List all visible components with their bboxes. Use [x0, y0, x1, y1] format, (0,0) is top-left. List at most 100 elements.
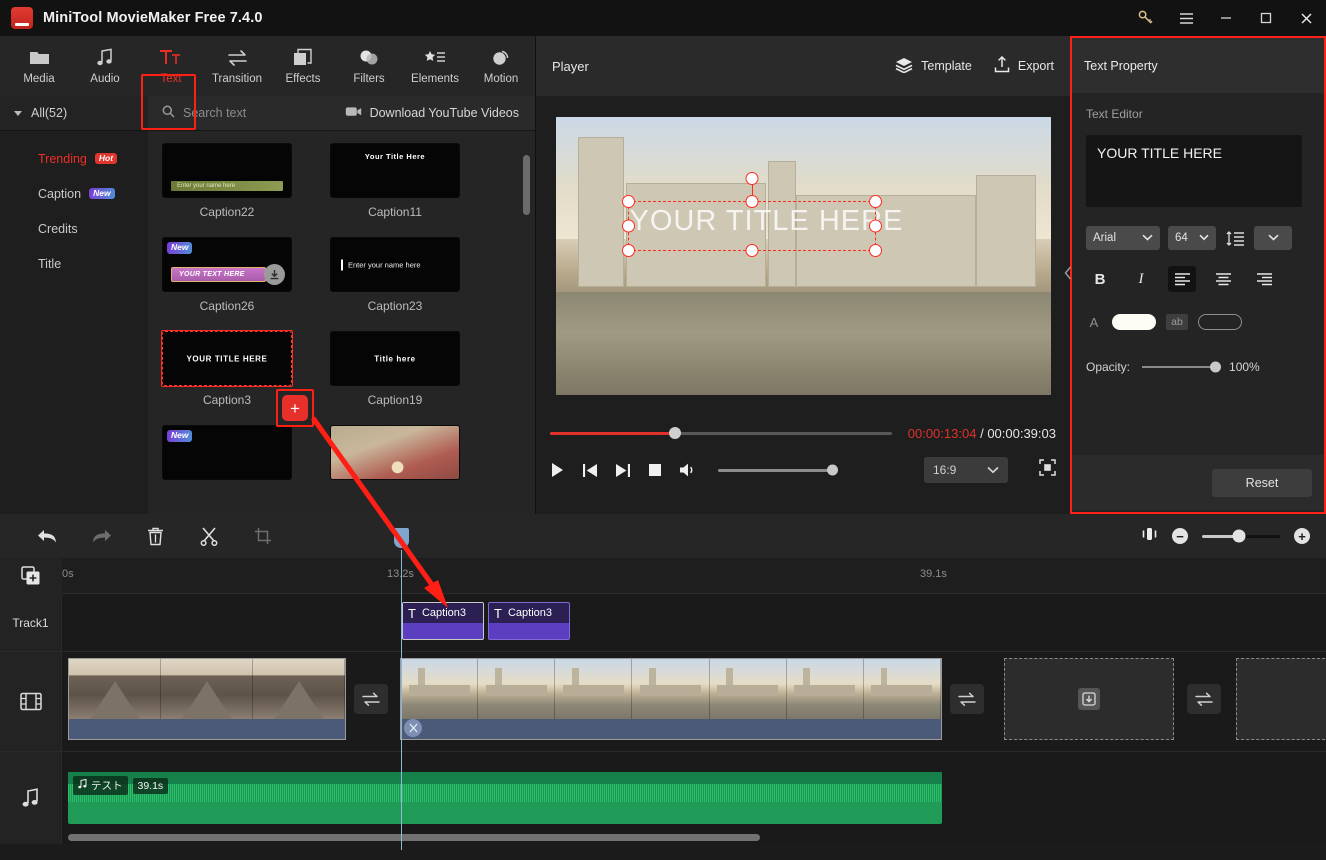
align-center-icon[interactable] — [1209, 266, 1237, 292]
rotate-handle[interactable] — [745, 172, 758, 185]
add-track-icon[interactable] — [0, 558, 62, 594]
category-trending[interactable]: Trending Hot — [0, 141, 148, 176]
text-track-lane[interactable]: T Caption3 T Caption3 — [62, 594, 1326, 651]
zoom-out-button[interactable]: − — [1172, 528, 1188, 544]
play-icon[interactable] — [550, 462, 565, 478]
key-icon[interactable] — [1126, 0, 1166, 36]
resize-handle-mr[interactable] — [868, 219, 882, 233]
line-spacing-icon[interactable] — [1224, 230, 1246, 247]
media-dropzone[interactable] — [1004, 658, 1174, 740]
redo-arrow-icon[interactable] — [74, 514, 128, 558]
resize-handle-tr[interactable] — [868, 195, 882, 208]
fullscreen-icon[interactable] — [1039, 459, 1056, 481]
previous-frame-icon[interactable] — [582, 463, 598, 478]
search-input[interactable]: Search text — [148, 96, 345, 130]
resize-handle-ml[interactable] — [621, 219, 635, 233]
resize-handle-tc[interactable] — [745, 195, 758, 208]
close-icon[interactable] — [1286, 0, 1326, 36]
category-credits[interactable]: Credits — [0, 211, 148, 246]
tab-motion[interactable]: Motion — [468, 37, 534, 95]
template-item-caption3[interactable]: YOUR TITLE HERE + Caption3 — [161, 330, 314, 427]
scissors-icon[interactable] — [182, 514, 236, 558]
video-track-lane[interactable] — [62, 652, 1326, 751]
audio-clip[interactable]: テスト 39.1s — [68, 772, 942, 824]
font-size-dropdown[interactable]: 64 — [1168, 226, 1216, 250]
resize-handle-br[interactable] — [868, 244, 882, 257]
italic-button[interactable]: I — [1127, 266, 1155, 292]
playhead-handle[interactable] — [394, 528, 409, 548]
all-filter-dropdown[interactable]: All(52) — [0, 96, 148, 130]
align-right-icon[interactable] — [1250, 266, 1278, 292]
tab-effects[interactable]: Effects — [270, 37, 336, 95]
outline-color-swatch[interactable] — [1198, 314, 1242, 330]
minimize-icon[interactable] — [1206, 0, 1246, 36]
download-icon[interactable] — [264, 264, 285, 285]
reset-button[interactable]: Reset — [1212, 468, 1312, 497]
opacity-handle[interactable] — [1210, 361, 1222, 373]
volume-handle[interactable] — [827, 464, 838, 476]
tab-transition[interactable]: Transition — [204, 37, 270, 95]
template-item[interactable]: Enter your name here Caption23 — [330, 237, 460, 313]
next-frame-icon[interactable] — [615, 463, 631, 478]
media-dropzone[interactable] — [1236, 658, 1326, 740]
hamburger-icon[interactable] — [1166, 0, 1206, 36]
download-youtube-button[interactable]: Download YouTube Videos — [344, 96, 535, 130]
crop-icon[interactable] — [236, 514, 290, 558]
text-clip[interactable]: T Caption3 — [402, 602, 484, 640]
panel-collapse-arrow-icon[interactable] — [1063, 260, 1072, 286]
opacity-slider[interactable] — [1142, 361, 1222, 373]
font-family-dropdown[interactable]: Arial — [1086, 226, 1160, 250]
fit-timeline-icon[interactable] — [1141, 526, 1158, 547]
template-item[interactable]: New — [162, 425, 292, 480]
text-editor-input[interactable]: YOUR TITLE HERE — [1086, 135, 1302, 207]
zoom-handle[interactable] — [1232, 529, 1246, 543]
template-label: Caption3 — [202, 393, 252, 407]
playhead[interactable] — [394, 528, 409, 850]
category-caption[interactable]: Caption New — [0, 176, 148, 211]
aspect-ratio-dropdown[interactable]: 16:9 — [924, 457, 1008, 483]
more-options-dropdown[interactable] — [1254, 226, 1292, 250]
stop-icon[interactable] — [648, 463, 662, 477]
bold-button[interactable]: B — [1086, 266, 1114, 292]
template-button[interactable]: Template — [895, 57, 972, 76]
volume-slider[interactable] — [718, 464, 838, 476]
category-title[interactable]: Title — [0, 246, 148, 281]
transition-swap-icon[interactable] — [1187, 684, 1221, 714]
tab-elements[interactable]: Elements — [402, 37, 468, 95]
resize-handle-bl[interactable] — [621, 244, 635, 257]
template-item[interactable] — [330, 425, 460, 480]
tab-filters[interactable]: Filters — [336, 37, 402, 95]
audio-track-lane[interactable]: テスト 39.1s — [62, 752, 1326, 844]
volume-icon[interactable] — [679, 462, 697, 478]
zoom-in-button[interactable]: + — [1294, 528, 1310, 544]
split-marker-icon[interactable] — [404, 719, 422, 737]
resize-handle-tl[interactable] — [621, 195, 635, 208]
export-button[interactable]: Export — [994, 55, 1054, 76]
trash-icon[interactable] — [128, 514, 182, 558]
seek-handle[interactable] — [668, 427, 681, 439]
template-item[interactable]: New YOUR TEXT HERE Caption26 — [162, 237, 292, 313]
tab-audio[interactable]: Audio — [72, 37, 138, 95]
seek-bar[interactable] — [550, 427, 892, 439]
timeline-zoom-slider[interactable] — [1202, 529, 1280, 543]
transition-swap-icon[interactable] — [354, 684, 388, 714]
video-preview[interactable]: YOUR TITLE HERE — [555, 117, 1051, 395]
timeline-horizontal-scrollbar[interactable] — [68, 834, 760, 841]
undo-arrow-icon[interactable] — [20, 514, 74, 558]
template-item[interactable]: Your Title Here Caption11 — [330, 143, 460, 219]
add-template-button[interactable]: + — [282, 395, 308, 421]
video-clip-1[interactable] — [68, 658, 346, 740]
transition-swap-icon[interactable] — [950, 684, 984, 714]
text-clip[interactable]: T Caption3 — [488, 602, 570, 640]
ruler-ticks[interactable]: 0s 13.2s 39.1s — [62, 558, 1326, 594]
template-grid-scrollbar[interactable] — [523, 155, 530, 215]
tab-text[interactable]: Text — [138, 37, 204, 95]
align-left-icon[interactable] — [1168, 266, 1196, 292]
text-color-swatch[interactable] — [1112, 314, 1156, 330]
resize-handle-bc[interactable] — [745, 244, 758, 257]
tab-media[interactable]: Media — [6, 37, 72, 95]
template-item[interactable]: Enter your name here Caption22 — [162, 143, 292, 219]
video-clip-2[interactable] — [400, 658, 942, 740]
template-item[interactable]: Title here Caption19 — [330, 331, 460, 407]
maximize-icon[interactable] — [1246, 0, 1286, 36]
